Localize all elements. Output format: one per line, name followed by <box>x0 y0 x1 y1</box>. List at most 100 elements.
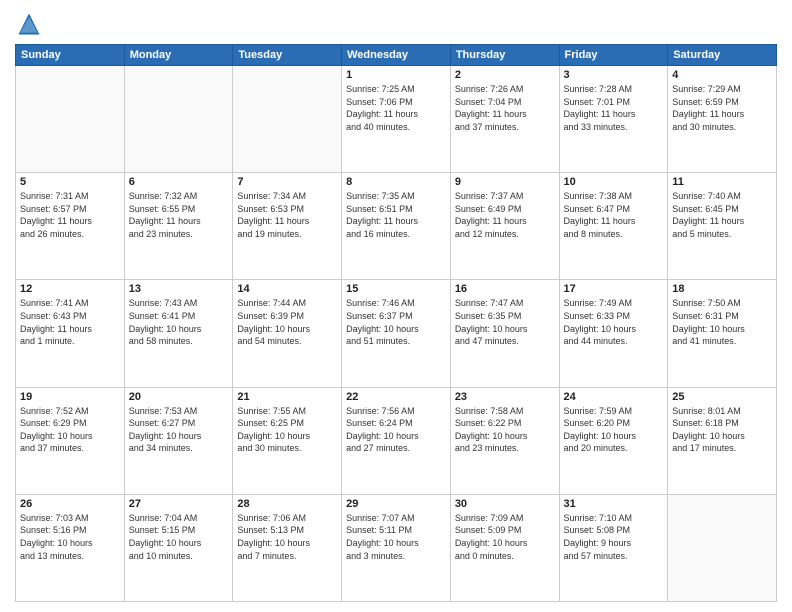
day-info: Sunrise: 7:47 AM Sunset: 6:35 PM Dayligh… <box>455 297 555 347</box>
day-info: Sunrise: 7:07 AM Sunset: 5:11 PM Dayligh… <box>346 512 446 562</box>
day-cell: 27 Sunrise: 7:04 AM Sunset: 5:15 PM Dayli… <box>124 494 233 601</box>
day-cell: 15 Sunrise: 7:46 AM Sunset: 6:37 PM Dayli… <box>342 280 451 387</box>
day-info: Sunrise: 7:55 AM Sunset: 6:25 PM Dayligh… <box>237 405 337 455</box>
day-cell: 6 Sunrise: 7:32 AM Sunset: 6:55 PM Daylig… <box>124 173 233 280</box>
day-cell: 26 Sunrise: 7:03 AM Sunset: 5:16 PM Dayli… <box>16 494 125 601</box>
day-cell: 8 Sunrise: 7:35 AM Sunset: 6:51 PM Daylig… <box>342 173 451 280</box>
day-number: 1 <box>346 69 446 81</box>
day-info: Sunrise: 7:50 AM Sunset: 6:31 PM Dayligh… <box>672 297 772 347</box>
day-number: 28 <box>237 498 337 510</box>
day-number: 11 <box>672 176 772 188</box>
day-info: Sunrise: 7:58 AM Sunset: 6:22 PM Dayligh… <box>455 405 555 455</box>
day-number: 7 <box>237 176 337 188</box>
day-info: Sunrise: 7:46 AM Sunset: 6:37 PM Dayligh… <box>346 297 446 347</box>
day-number: 6 <box>129 176 229 188</box>
day-info: Sunrise: 7:25 AM Sunset: 7:06 PM Dayligh… <box>346 83 446 133</box>
day-number: 14 <box>237 283 337 295</box>
day-cell: 13 Sunrise: 7:43 AM Sunset: 6:41 PM Dayli… <box>124 280 233 387</box>
day-info: Sunrise: 7:26 AM Sunset: 7:04 PM Dayligh… <box>455 83 555 133</box>
day-number: 27 <box>129 498 229 510</box>
day-number: 25 <box>672 391 772 403</box>
day-cell: 14 Sunrise: 7:44 AM Sunset: 6:39 PM Dayli… <box>233 280 342 387</box>
logo <box>15 10 47 38</box>
day-cell: 5Sunrise: 7:31 AM Sunset: 6:57 PM Daylig… <box>16 173 125 280</box>
day-cell: 22Sunrise: 7:56 AM Sunset: 6:24 PM Dayli… <box>342 387 451 494</box>
weekday-header-thursday: Thursday <box>450 45 559 66</box>
day-info: Sunrise: 7:56 AM Sunset: 6:24 PM Dayligh… <box>346 405 446 455</box>
day-number: 2 <box>455 69 555 81</box>
day-info: Sunrise: 7:37 AM Sunset: 6:49 PM Dayligh… <box>455 190 555 240</box>
day-cell: 7 Sunrise: 7:34 AM Sunset: 6:53 PM Daylig… <box>233 173 342 280</box>
day-info: Sunrise: 7:34 AM Sunset: 6:53 PM Dayligh… <box>237 190 337 240</box>
day-info: Sunrise: 7:44 AM Sunset: 6:39 PM Dayligh… <box>237 297 337 347</box>
day-cell <box>233 66 342 173</box>
header <box>15 10 777 38</box>
day-cell <box>668 494 777 601</box>
day-cell: 18 Sunrise: 7:50 AM Sunset: 6:31 PM Dayli… <box>668 280 777 387</box>
day-info: Sunrise: 7:38 AM Sunset: 6:47 PM Dayligh… <box>564 190 664 240</box>
day-number: 3 <box>564 69 664 81</box>
day-number: 30 <box>455 498 555 510</box>
day-info: Sunrise: 7:43 AM Sunset: 6:41 PM Dayligh… <box>129 297 229 347</box>
day-info: Sunrise: 7:29 AM Sunset: 6:59 PM Dayligh… <box>672 83 772 133</box>
day-number: 15 <box>346 283 446 295</box>
day-cell: 10 Sunrise: 7:38 AM Sunset: 6:47 PM Dayli… <box>559 173 668 280</box>
day-cell: 4 Sunrise: 7:29 AM Sunset: 6:59 PM Daylig… <box>668 66 777 173</box>
day-cell <box>16 66 125 173</box>
day-info: Sunrise: 7:31 AM Sunset: 6:57 PM Dayligh… <box>20 190 120 240</box>
day-info: Sunrise: 7:06 AM Sunset: 5:13 PM Dayligh… <box>237 512 337 562</box>
day-number: 10 <box>564 176 664 188</box>
weekday-header-wednesday: Wednesday <box>342 45 451 66</box>
calendar-table: SundayMondayTuesdayWednesdayThursdayFrid… <box>15 44 777 602</box>
day-cell: 25Sunrise: 8:01 AM Sunset: 6:18 PM Dayli… <box>668 387 777 494</box>
day-info: Sunrise: 7:49 AM Sunset: 6:33 PM Dayligh… <box>564 297 664 347</box>
day-info: Sunrise: 7:40 AM Sunset: 6:45 PM Dayligh… <box>672 190 772 240</box>
day-cell: 19Sunrise: 7:52 AM Sunset: 6:29 PM Dayli… <box>16 387 125 494</box>
day-number: 18 <box>672 283 772 295</box>
day-number: 13 <box>129 283 229 295</box>
day-number: 21 <box>237 391 337 403</box>
day-cell: 23 Sunrise: 7:58 AM Sunset: 6:22 PM Dayli… <box>450 387 559 494</box>
day-info: Sunrise: 7:03 AM Sunset: 5:16 PM Dayligh… <box>20 512 120 562</box>
day-number: 4 <box>672 69 772 81</box>
day-number: 26 <box>20 498 120 510</box>
weekday-header-saturday: Saturday <box>668 45 777 66</box>
day-info: Sunrise: 7:28 AM Sunset: 7:01 PM Dayligh… <box>564 83 664 133</box>
day-number: 17 <box>564 283 664 295</box>
logo-icon <box>15 10 43 38</box>
weekday-header-sunday: Sunday <box>16 45 125 66</box>
day-info: Sunrise: 7:09 AM Sunset: 5:09 PM Dayligh… <box>455 512 555 562</box>
week-row-1: 1 Sunrise: 7:25 AM Sunset: 7:06 PM Daylig… <box>16 66 777 173</box>
day-info: Sunrise: 7:53 AM Sunset: 6:27 PM Dayligh… <box>129 405 229 455</box>
day-number: 8 <box>346 176 446 188</box>
week-row-3: 12 Sunrise: 7:41 AM Sunset: 6:43 PM Dayli… <box>16 280 777 387</box>
day-cell: 24 Sunrise: 7:59 AM Sunset: 6:20 PM Dayli… <box>559 387 668 494</box>
day-cell: 11 Sunrise: 7:40 AM Sunset: 6:45 PM Dayli… <box>668 173 777 280</box>
day-number: 12 <box>20 283 120 295</box>
day-cell: 31Sunrise: 7:10 AM Sunset: 5:08 PM Dayli… <box>559 494 668 601</box>
day-cell: 30 Sunrise: 7:09 AM Sunset: 5:09 PM Dayli… <box>450 494 559 601</box>
weekday-header-friday: Friday <box>559 45 668 66</box>
day-info: Sunrise: 7:10 AM Sunset: 5:08 PM Dayligh… <box>564 512 664 562</box>
day-number: 9 <box>455 176 555 188</box>
day-cell: 28 Sunrise: 7:06 AM Sunset: 5:13 PM Dayli… <box>233 494 342 601</box>
day-info: Sunrise: 7:04 AM Sunset: 5:15 PM Dayligh… <box>129 512 229 562</box>
day-cell: 9 Sunrise: 7:37 AM Sunset: 6:49 PM Daylig… <box>450 173 559 280</box>
day-number: 23 <box>455 391 555 403</box>
day-number: 24 <box>564 391 664 403</box>
day-cell <box>124 66 233 173</box>
day-info: Sunrise: 7:59 AM Sunset: 6:20 PM Dayligh… <box>564 405 664 455</box>
weekday-header-tuesday: Tuesday <box>233 45 342 66</box>
day-cell: 29Sunrise: 7:07 AM Sunset: 5:11 PM Dayli… <box>342 494 451 601</box>
weekday-header-monday: Monday <box>124 45 233 66</box>
day-info: Sunrise: 7:52 AM Sunset: 6:29 PM Dayligh… <box>20 405 120 455</box>
day-info: Sunrise: 7:32 AM Sunset: 6:55 PM Dayligh… <box>129 190 229 240</box>
day-cell: 17 Sunrise: 7:49 AM Sunset: 6:33 PM Dayli… <box>559 280 668 387</box>
day-info: Sunrise: 7:41 AM Sunset: 6:43 PM Dayligh… <box>20 297 120 347</box>
day-number: 16 <box>455 283 555 295</box>
week-row-5: 26 Sunrise: 7:03 AM Sunset: 5:16 PM Dayli… <box>16 494 777 601</box>
day-info: Sunrise: 7:35 AM Sunset: 6:51 PM Dayligh… <box>346 190 446 240</box>
day-cell: 20Sunrise: 7:53 AM Sunset: 6:27 PM Dayli… <box>124 387 233 494</box>
week-row-2: 5Sunrise: 7:31 AM Sunset: 6:57 PM Daylig… <box>16 173 777 280</box>
day-cell: 12 Sunrise: 7:41 AM Sunset: 6:43 PM Dayli… <box>16 280 125 387</box>
